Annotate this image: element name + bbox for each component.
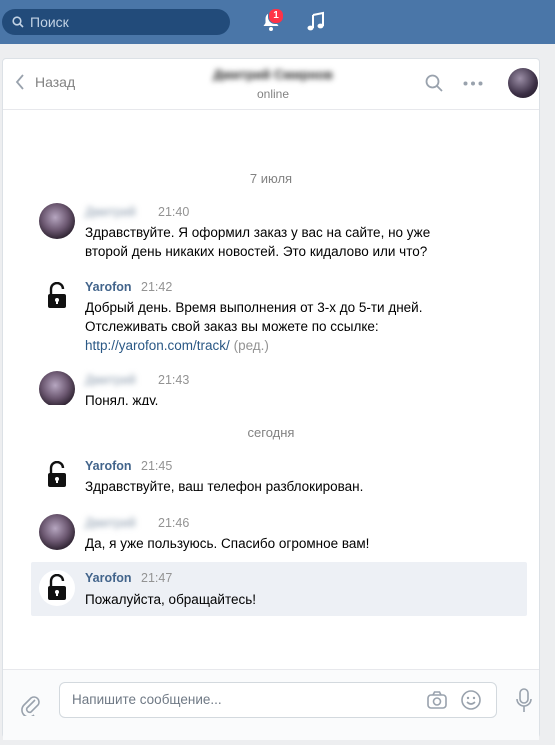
contact-avatar[interactable] [508, 68, 538, 98]
message-line: Да, я уже пользуюсь. Спасибо огромное ва… [85, 536, 370, 551]
avatar[interactable] [39, 570, 75, 606]
avatar[interactable] [39, 371, 75, 405]
message-author[interactable]: Дмитрий [85, 373, 136, 387]
chat-header: Назад Дмитрий Смирнов online [3, 59, 539, 110]
message-author[interactable]: Дмитрий [85, 205, 136, 219]
message-time[interactable]: 21:43 [158, 373, 189, 387]
message-author[interactable]: Yarofon [85, 280, 132, 294]
message-text: Пожалуйста, обращайтесь! [85, 590, 505, 609]
search-box[interactable]: Поиск [2, 9, 230, 35]
message-item: Yarofon 21:42 Добрый день. Время выполне… [31, 274, 527, 354]
chevron-left-icon [15, 74, 24, 90]
message-time[interactable]: 21:47 [141, 571, 172, 585]
message-line: второй день никаких новостей. Это кидало… [85, 244, 428, 259]
back-label: Назад [35, 74, 76, 90]
contact-name[interactable]: Дмитрий Смирнов [203, 67, 343, 82]
message-item: Yarofon 21:45 Здравствуйте, ваш телефон … [31, 453, 527, 499]
more-icon[interactable] [463, 81, 483, 86]
message-author[interactable]: Yarofon [85, 459, 132, 473]
search-placeholder: Поиск [30, 14, 69, 30]
message-line: Понял, жду. [85, 393, 159, 405]
lock-icon [48, 461, 66, 487]
message-author[interactable]: Дмитрий [85, 516, 136, 530]
microphone-icon[interactable] [515, 688, 533, 714]
notification-badge: 1 [268, 8, 284, 24]
message-author[interactable]: Yarofon [85, 571, 132, 585]
message-time[interactable]: 21:45 [141, 459, 172, 473]
message-line: http://yarofon.com/track/ (ред.) [85, 336, 505, 355]
message-line: Добрый день. Время выполнения от 3-х до … [85, 300, 423, 315]
lock-icon [48, 574, 66, 600]
message-line: Здравствуйте, ваш телефон разблокирован. [85, 479, 364, 494]
contact-status: online [256, 87, 290, 101]
edited-label: (ред.) [233, 338, 269, 353]
date-separator: сегодня [247, 425, 295, 440]
message-input[interactable]: Напишите сообщение... [59, 682, 497, 718]
top-bar: Поиск 1 [0, 0, 555, 44]
message-text: Здравствуйте. Я оформил заказ у вас на с… [85, 223, 505, 261]
music-icon[interactable] [305, 11, 327, 33]
message-time[interactable]: 21:46 [158, 516, 189, 530]
message-item: Дмитрий 21:46 Да, я уже пользуюсь. Спаси… [31, 510, 527, 556]
message-composer: Напишите сообщение... [3, 669, 539, 740]
message-line: Отслеживать свой заказ вы можете по ссыл… [85, 319, 379, 334]
message-text: Добрый день. Время выполнения от 3-х до … [85, 298, 505, 355]
avatar[interactable] [39, 278, 75, 314]
message-text: Да, я уже пользуюсь. Спасибо огромное ва… [85, 534, 505, 553]
message-text: Здравствуйте, ваш телефон разблокирован. [85, 477, 505, 496]
avatar[interactable] [39, 514, 75, 550]
search-icon[interactable] [425, 74, 443, 92]
camera-icon[interactable] [426, 689, 448, 711]
back-button[interactable]: Назад [15, 74, 75, 90]
smile-icon[interactable] [460, 689, 482, 711]
search-icon [12, 16, 24, 28]
date-separator: 7 июля [249, 171, 293, 186]
message-item: Дмитрий 21:40 Здравствуйте. Я оформил за… [31, 199, 527, 259]
avatar[interactable] [39, 457, 75, 493]
message-line: Здравствуйте. Я оформил заказ у вас на с… [85, 225, 431, 240]
paperclip-icon[interactable] [21, 694, 41, 716]
message-item: Дмитрий 21:43 Понял, жду. [31, 367, 527, 405]
avatar[interactable] [39, 203, 75, 239]
message-text: Понял, жду. [85, 391, 505, 405]
message-time[interactable]: 21:42 [141, 280, 172, 294]
message-item: Yarofon 21:47 Пожалуйста, обращайтесь! [31, 562, 527, 616]
message-line: Пожалуйста, обращайтесь! [85, 592, 257, 607]
lock-icon [48, 282, 66, 308]
message-placeholder: Напишите сообщение... [72, 692, 222, 707]
chat-panel: Назад Дмитрий Смирнов online 7 июля Дмит… [2, 58, 540, 740]
message-time[interactable]: 21:40 [158, 205, 189, 219]
track-link[interactable]: http://yarofon.com/track/ [85, 338, 230, 353]
